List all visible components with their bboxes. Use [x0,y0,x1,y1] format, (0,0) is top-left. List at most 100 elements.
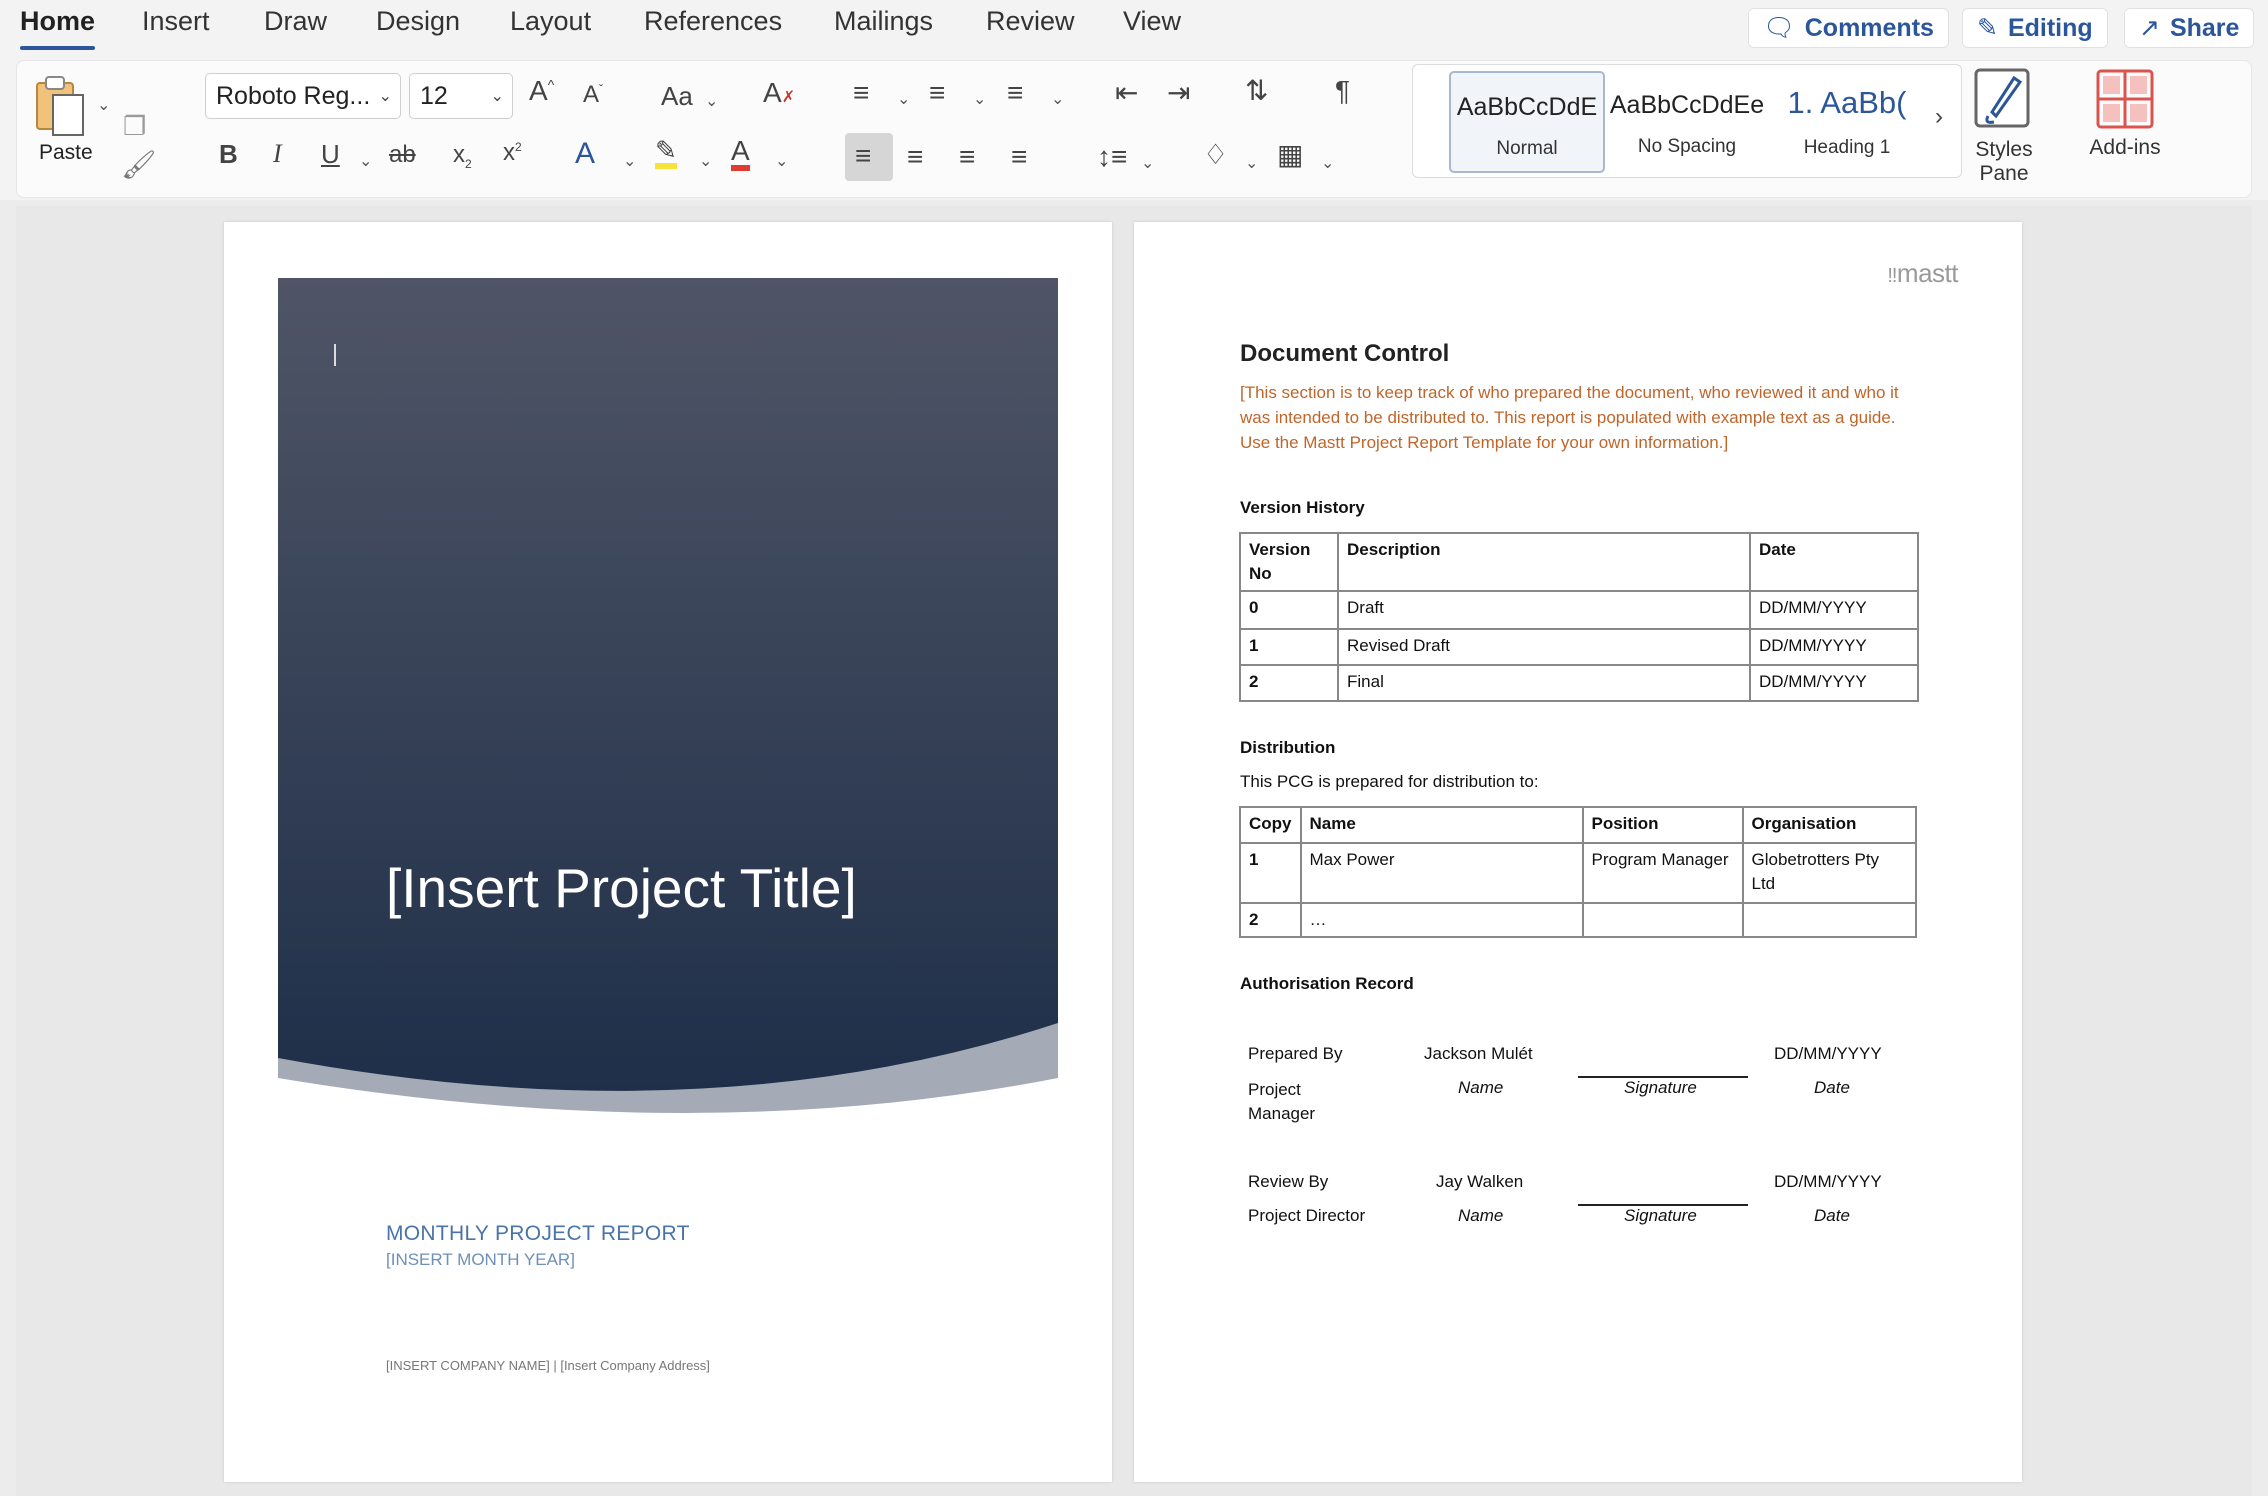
version-history-heading: Version History [1240,498,1365,517]
bold-icon[interactable]: B [219,141,238,167]
tab-view[interactable]: View [1123,6,1181,37]
cover-page[interactable]: [Insert Project Title] MONTHLY PROJECT R… [224,222,1112,1482]
multilevel-list-chevron-icon[interactable]: ⌄ [1051,89,1064,109]
numbering-icon[interactable]: ≡ [929,79,945,107]
highlight-color-chevron-icon[interactable]: ⌄ [699,151,712,171]
show-formatting-marks-icon[interactable]: ¶ [1335,77,1350,105]
clear-formatting-icon[interactable]: A✗ [763,79,795,107]
table-header-cell: Organisation [1741,806,1917,844]
line-spacing-chevron-icon[interactable]: ⌄ [1141,153,1154,173]
document-control-page[interactable]: ‼mastt Document Control [This section is… [1134,222,2022,1482]
font-size-select[interactable]: 12 ⌄ [409,73,513,119]
text-cursor [334,344,336,366]
decrease-font-size-icon[interactable]: Aˇ [583,83,603,107]
add-ins-label: Add-ins [2089,136,2161,159]
style-no-spacing[interactable]: AaBbCcDdEe No Spacing [1609,71,1765,173]
tab-home[interactable]: Home [20,6,96,50]
table-header-cell: Version No [1239,532,1339,592]
table-row: 0 Draft DD/MM/YYYY [1239,590,1919,630]
share-button[interactable]: ↗ Share [2124,8,2255,48]
borders-icon[interactable]: ▦ [1277,141,1303,169]
signatory-name[interactable]: Jay Walken [1436,1172,1523,1192]
tab-draw[interactable]: Draw [264,6,327,37]
version-history-table: Version No Description Date 0 Draft DD/M… [1239,532,1919,702]
mastt-logo: ‼mastt [1887,258,1958,288]
sort-icon[interactable]: ⇅ [1245,77,1268,105]
bullets-icon[interactable]: ≡ [853,79,869,107]
change-case-icon[interactable]: Aa [661,83,693,109]
project-title[interactable]: [Insert Project Title] [386,856,857,920]
signatory-name[interactable]: Jackson Mulét [1424,1044,1533,1064]
tab-design[interactable]: Design [376,6,460,37]
font-name-select[interactable]: Roboto Reg... ⌄ [205,73,401,119]
table-cell: DD/MM/YYYY [1749,628,1919,666]
role-title: Project Director [1248,1206,1366,1225]
shading-chevron-icon[interactable]: ⌄ [1245,153,1258,173]
style-normal[interactable]: AaBbCcDdE Normal [1449,71,1605,173]
add-ins-button[interactable]: Add-ins [2080,68,2170,160]
increase-font-size-icon[interactable]: A^ [529,77,554,105]
shading-icon[interactable]: ♢ [1203,141,1228,169]
table-cell: DD/MM/YYYY [1749,664,1919,702]
styles-pane-icon [1974,68,2030,128]
tab-insert[interactable]: Insert [142,6,210,37]
tab-layout[interactable]: Layout [510,6,591,37]
style-sample: AaBbCcDdE [1456,93,1598,121]
strikethrough-icon[interactable]: ab [389,143,416,167]
borders-chevron-icon[interactable]: ⌄ [1321,153,1334,173]
align-left-button[interactable]: ≡ [845,133,893,181]
paste-icon[interactable] [33,73,87,139]
table-cell: Globetrotters Pty Ltd [1741,842,1917,904]
superscript-icon[interactable]: x2 [503,141,522,165]
table-row: 1 Max Power Program Manager Globetrotter… [1239,842,1917,904]
justify-icon[interactable]: ≡ [1011,143,1027,171]
table-header-cell: Copy [1239,806,1302,844]
table-cell [1741,902,1917,938]
company-info: [INSERT COMPANY NAME] | [Insert Company … [386,1358,710,1373]
styles-pane-button[interactable]: Styles Pane [1964,68,2044,186]
table-header-cell: Name [1299,806,1584,844]
style-heading-1[interactable]: 1. AaBb( Heading 1 [1769,71,1925,173]
align-center-icon[interactable]: ≡ [907,143,923,171]
tab-references[interactable]: References [644,6,782,37]
table-header-cell: Date [1749,532,1919,592]
decrease-indent-icon[interactable]: ⇤ [1115,79,1138,107]
font-name-value: Roboto Reg... [216,81,371,110]
sign-date[interactable]: DD/MM/YYYY [1774,1172,1882,1192]
table-cell [1581,902,1744,938]
paste-options-chevron-icon[interactable]: ⌄ [97,95,110,115]
align-right-icon[interactable]: ≡ [959,143,975,171]
text-effects-chevron-icon[interactable]: ⌄ [623,151,636,171]
tab-mailings[interactable]: Mailings [834,6,933,37]
date-caption: Date [1814,1206,1850,1225]
editing-mode-button[interactable]: ✎ Editing [1962,8,2108,48]
multilevel-list-icon[interactable]: ≡ [1007,79,1023,107]
italic-icon[interactable]: I [273,141,282,167]
bullets-chevron-icon[interactable]: ⌄ [897,89,910,109]
signature-caption: Signature [1624,1206,1697,1225]
text-effects-icon[interactable]: A [575,139,595,169]
line-spacing-icon[interactable]: ↕≡ [1097,143,1127,171]
styles-scroll-right-icon[interactable]: › [1935,105,1943,129]
font-color-icon[interactable]: A [731,137,750,171]
style-name: No Spacing [1637,136,1737,157]
comment-icon: 🗨 [1763,13,1795,42]
copy-icon[interactable]: ❐ [123,113,146,139]
underline-icon[interactable]: U [321,141,340,167]
tab-review[interactable]: Review [986,6,1075,37]
distribution-heading: Distribution [1240,738,1336,757]
sign-date[interactable]: DD/MM/YYYY [1774,1044,1882,1064]
numbering-chevron-icon[interactable]: ⌄ [973,89,986,109]
font-color-chevron-icon[interactable]: ⌄ [775,151,788,171]
pencil-icon: ✎ [1977,14,1998,42]
table-cell: Program Manager [1581,842,1744,904]
share-label: Share [2169,13,2240,42]
increase-indent-icon[interactable]: ⇥ [1167,79,1190,107]
format-painter-icon[interactable]: 🖌 [121,151,157,179]
subscript-icon[interactable]: x2 [453,143,472,170]
distribution-subtitle: This PCG is prepared for distribution to… [1240,772,1539,791]
comments-button[interactable]: 🗨 Comments [1748,8,1949,48]
highlighter-icon[interactable]: ✎ [655,137,677,169]
underline-chevron-icon[interactable]: ⌄ [359,151,372,171]
change-case-chevron-icon[interactable]: ⌄ [705,91,718,111]
